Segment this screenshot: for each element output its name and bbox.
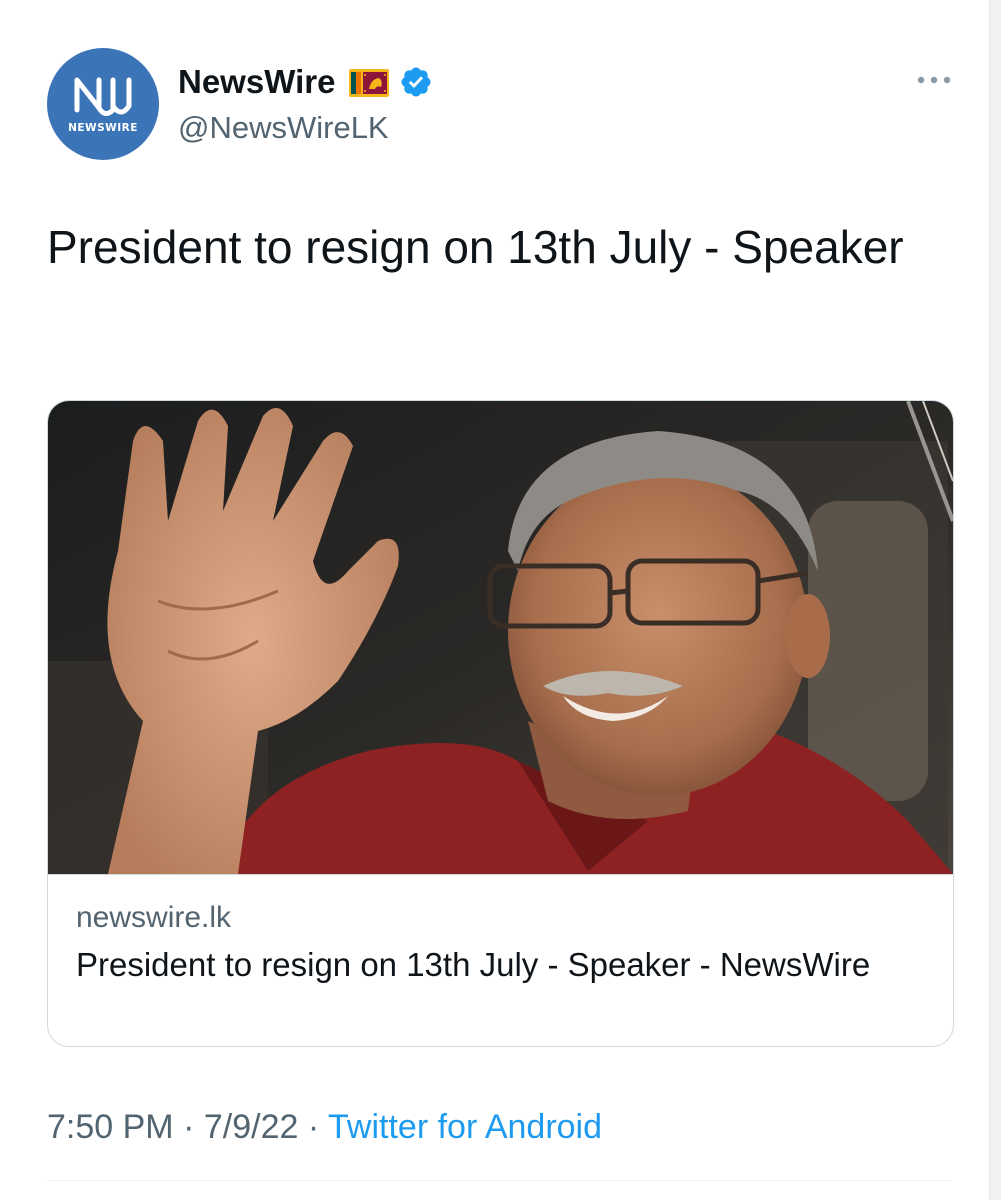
author-avatar[interactable]: NEWSWIRE	[47, 48, 159, 160]
tweet-date[interactable]: 7/9/22	[204, 1108, 299, 1146]
scrollbar-border	[989, 0, 990, 1200]
more-options-button[interactable]	[912, 66, 956, 94]
card-domain: newswire.lk	[76, 901, 232, 934]
divider	[47, 1180, 952, 1181]
link-preview-card[interactable]: newswire.lk President to resign on 13th …	[47, 400, 954, 1047]
tweet-time[interactable]: 7:50 PM	[47, 1108, 174, 1146]
avatar-wordmark: NEWSWIRE	[68, 122, 138, 134]
verified-badge-icon	[401, 67, 431, 97]
newswire-logo-icon	[74, 77, 132, 116]
meta-separator: ·	[307, 1108, 320, 1146]
author-name-row[interactable]: NewsWire	[178, 60, 433, 104]
meta-separator: ·	[183, 1108, 195, 1146]
more-options-icon	[917, 76, 951, 84]
card-divider	[48, 874, 953, 875]
author-handle[interactable]: @NewsWireLK	[178, 108, 389, 148]
card-title[interactable]: President to resign on 13th July - Speak…	[76, 943, 916, 987]
news-photo[interactable]	[48, 401, 953, 874]
tweet-source-link[interactable]: Twitter for Android	[328, 1108, 602, 1146]
tweet-text: President to resign on 13th July - Speak…	[47, 221, 904, 273]
tweet-meta: 7:50 PM · 7/9/22 · Twitter for Android	[47, 1104, 602, 1150]
sri-lanka-flag-icon	[349, 69, 390, 97]
scrollbar-track[interactable]	[989, 0, 1001, 1200]
author-display-name[interactable]: NewsWire	[178, 60, 335, 104]
